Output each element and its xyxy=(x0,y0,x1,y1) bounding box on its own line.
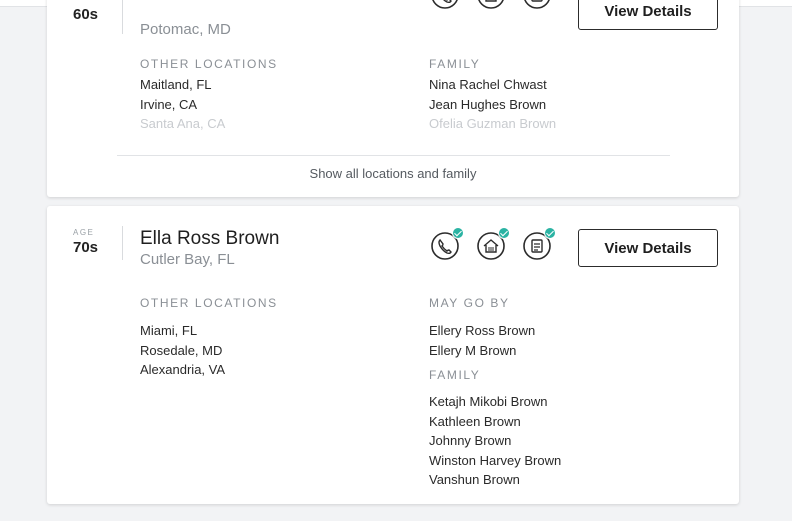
result-card: AGE 70s Ella Ross Brown Cutler Bay, FL V… xyxy=(47,206,739,504)
vertical-divider xyxy=(122,0,123,34)
email-icon[interactable] xyxy=(522,0,552,10)
family-item[interactable]: Johnny Brown xyxy=(429,431,561,451)
location-item: Miami, FL xyxy=(140,323,198,338)
vertical-divider xyxy=(122,226,123,260)
name-block: Ella Ross Brown Cutler Bay, FL xyxy=(140,228,279,270)
contact-icons xyxy=(430,0,560,14)
phone-icon[interactable] xyxy=(430,0,460,10)
family-item[interactable]: Winston Harvey Brown xyxy=(429,451,561,471)
family-title: FAMILY xyxy=(429,368,481,382)
age-block: AGE 70s xyxy=(73,228,121,256)
horizontal-divider xyxy=(117,155,670,156)
phone-icon[interactable] xyxy=(430,227,464,261)
check-badge-icon xyxy=(498,227,510,239)
other-locations-section: OTHER LOCATIONS Miami, FL Rosedale, MD A… xyxy=(140,296,278,380)
location-item: Santa Ana, CA xyxy=(140,116,226,131)
age-value: 60s xyxy=(73,6,99,23)
other-locations-title: OTHER LOCATIONS xyxy=(140,296,278,310)
check-badge-icon xyxy=(544,227,556,239)
home-icon[interactable] xyxy=(476,0,506,10)
family-item[interactable]: Nina Rachel Chwast xyxy=(429,75,556,95)
family-title: FAMILY xyxy=(429,57,481,71)
location-item: Irvine, CA xyxy=(140,96,198,112)
location-item: Rosedale, MD xyxy=(140,342,223,358)
family-item[interactable]: Jean Hughes Brown xyxy=(429,95,556,115)
location-item: Alexandria, VA xyxy=(140,362,226,377)
family-item[interactable]: Vanshun Brown xyxy=(429,470,561,490)
check-badge-icon xyxy=(452,227,464,239)
age-block: 60s xyxy=(73,0,121,23)
other-locations-section: OTHER LOCATIONS Maitland, FL Irvine, CA … xyxy=(140,57,278,134)
person-location: Cutler Bay, FL xyxy=(140,251,235,268)
may-go-by-section: MAY GO BY Ellery Ross Brown Ellery M Bro… xyxy=(429,296,561,490)
home-icon[interactable] xyxy=(476,227,510,261)
family-item[interactable]: Ofelia Guzman Brown xyxy=(429,114,556,134)
show-all-link[interactable]: Show all locations and family xyxy=(47,166,739,181)
age-value: 70s xyxy=(73,239,99,256)
alias-item: Ellery Ross Brown xyxy=(429,323,536,338)
contact-icons xyxy=(430,227,560,265)
person-name[interactable]: Ella Ross Brown xyxy=(140,228,279,250)
age-label: AGE xyxy=(73,228,95,237)
person-name[interactable] xyxy=(140,0,231,8)
view-details-button[interactable]: View Details xyxy=(578,229,718,267)
family-item[interactable]: Ketajh Mikobi Brown xyxy=(429,392,561,412)
view-details-button[interactable]: View Details xyxy=(578,0,718,30)
alias-item: Ellery M Brown xyxy=(429,342,517,358)
family-section: FAMILY Nina Rachel Chwast Jean Hughes Br… xyxy=(429,57,556,134)
may-go-by-title: MAY GO BY xyxy=(429,296,510,310)
family-item[interactable]: Kathleen Brown xyxy=(429,412,561,432)
result-card: 60s Potomac, MD View Details OTHER LOCAT… xyxy=(47,0,739,197)
other-locations-title: OTHER LOCATIONS xyxy=(140,57,278,71)
email-icon[interactable] xyxy=(522,227,556,261)
location-item: Maitland, FL xyxy=(140,77,212,92)
person-location: Potomac, MD xyxy=(140,21,231,38)
name-block: Potomac, MD xyxy=(140,0,231,40)
